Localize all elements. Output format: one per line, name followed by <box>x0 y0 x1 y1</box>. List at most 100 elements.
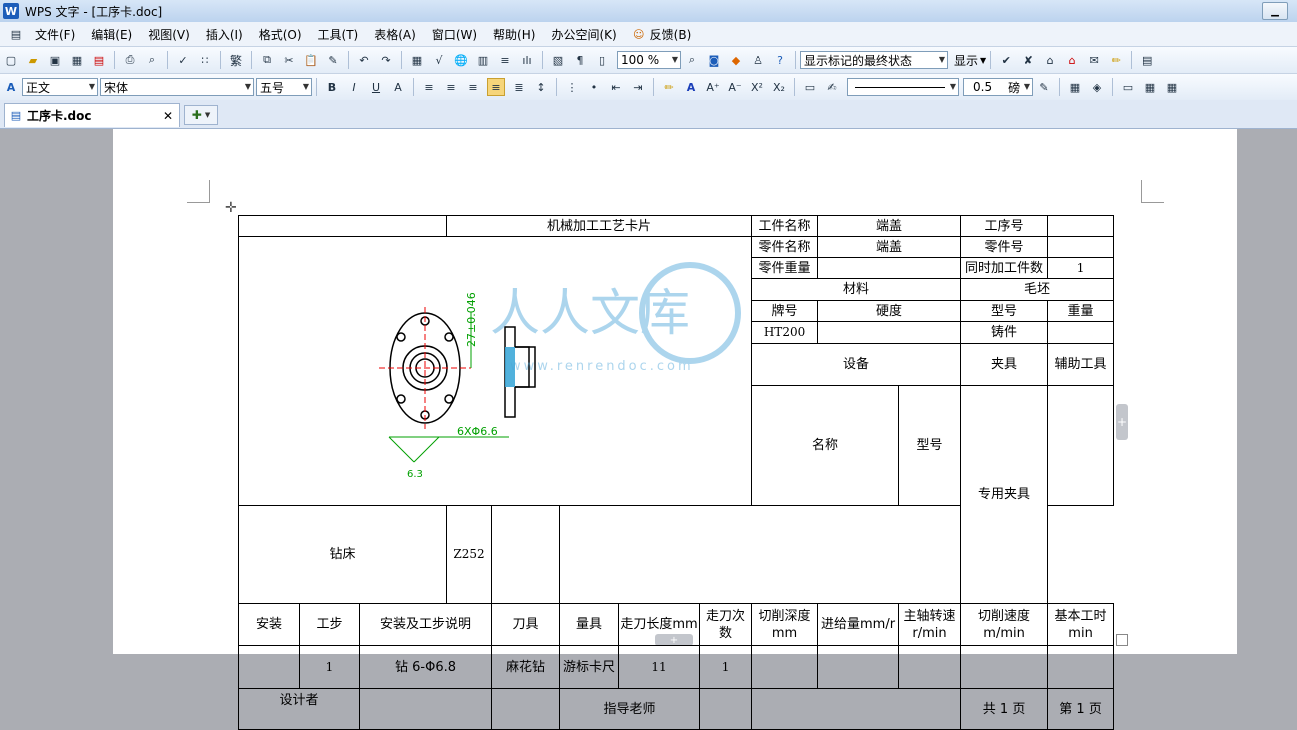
doc-menu-icon[interactable]: ▤ <box>8 26 24 42</box>
underline-icon[interactable]: U <box>368 79 384 95</box>
chevron-down-icon[interactable]: ▼ <box>980 56 986 65</box>
insert-table-icon[interactable]: ▦ <box>409 52 425 68</box>
superscript-icon[interactable]: X² <box>749 79 765 95</box>
new-tab-button[interactable]: ✚ ▼ <box>184 105 218 125</box>
equip-model-value[interactable]: Z252 <box>446 505 493 604</box>
step-tool[interactable]: 麻花钻 <box>491 645 561 689</box>
columns-icon[interactable]: ≡ <box>497 52 513 68</box>
help-book-icon[interactable]: ◙ <box>706 52 722 68</box>
draw-table-icon[interactable]: ✍ <box>824 79 840 95</box>
shrink-font-icon[interactable]: A⁻ <box>727 79 743 95</box>
empty-cell[interactable] <box>491 688 561 730</box>
markup-state-select[interactable]: 显示标记的最终状态 ▼ <box>800 51 948 69</box>
line-style-select[interactable]: ▼ <box>847 78 959 96</box>
styles-icon[interactable]: A <box>3 79 19 95</box>
reject-change-icon[interactable]: ✘ <box>1020 52 1036 68</box>
tab-document[interactable]: ▤ 工序卡.doc ✕ <box>4 103 180 127</box>
step-passes[interactable]: 1 <box>699 645 753 689</box>
menu-feedback[interactable]: 反馈(B) <box>650 23 700 45</box>
redo-icon[interactable]: ↷ <box>378 52 394 68</box>
menu-edit[interactable]: 编辑(E) <box>83 23 140 45</box>
table-icon[interactable]: ▥ <box>475 52 491 68</box>
empty-cell[interactable] <box>751 688 962 730</box>
step-gauge[interactable]: 游标卡尺 <box>559 645 620 689</box>
numbering-icon[interactable]: ⋮ <box>564 79 580 95</box>
show-markup-menu[interactable]: 显示 <box>954 52 978 69</box>
step-base-time[interactable] <box>1047 645 1115 689</box>
accept-change-icon[interactable]: ✔ <box>998 52 1014 68</box>
undo-icon[interactable]: ↶ <box>356 52 372 68</box>
highlight-color-icon[interactable]: ✏ <box>661 79 677 95</box>
font-effects-icon[interactable]: A <box>390 79 406 95</box>
table-resize-handle[interactable] <box>1116 634 1128 646</box>
grow-font-icon[interactable]: A⁺ <box>705 79 721 95</box>
menu-tools[interactable]: 工具(T) <box>310 23 367 45</box>
cut-icon[interactable]: ✂ <box>281 52 297 68</box>
print-icon[interactable]: ⎙ <box>122 52 138 68</box>
menu-office-space[interactable]: 办公空间(K) <box>543 23 624 45</box>
word-count-icon[interactable]: ∷ <box>197 52 213 68</box>
copy-icon[interactable]: ⧉ <box>259 52 275 68</box>
line-spacing-icon[interactable]: ↕ <box>533 79 549 95</box>
spell-check-icon[interactable]: ✓ <box>175 52 191 68</box>
merge-cells-icon[interactable]: ▭ <box>1120 79 1136 95</box>
part-name[interactable]: 端盖 <box>817 236 962 258</box>
menu-window[interactable]: 窗口(W) <box>424 23 485 45</box>
advisor-value[interactable] <box>699 688 753 730</box>
format-painter-icon[interactable]: ✎ <box>325 52 341 68</box>
line-width-select[interactable]: 0.5 磅 ▼ <box>963 78 1033 96</box>
align-left-icon[interactable]: ≡ <box>421 79 437 95</box>
decrease-indent-icon[interactable]: ⇤ <box>608 79 624 95</box>
bullets-icon[interactable]: • <box>586 79 602 95</box>
help-icon[interactable]: ? <box>772 52 788 68</box>
menu-help[interactable]: 帮助(H) <box>485 23 543 45</box>
step-spindle-speed[interactable] <box>898 645 962 689</box>
step-number[interactable]: 1 <box>299 645 360 689</box>
distributed-icon[interactable]: ≣ <box>511 79 527 95</box>
border-color-icon[interactable]: ✎ <box>1036 79 1052 95</box>
menu-file[interactable]: 文件(F) <box>27 23 83 45</box>
part-weight[interactable] <box>817 257 962 279</box>
subscript-icon[interactable]: X₂ <box>771 79 787 95</box>
next-change-icon[interactable]: ⌂ <box>1064 52 1080 68</box>
simul-count[interactable]: 1 <box>1047 257 1115 279</box>
insert-formula-icon[interactable]: √ <box>431 52 447 68</box>
style-select[interactable]: 正文 ▼ <box>22 78 98 96</box>
close-tab-icon[interactable]: ✕ <box>163 109 173 123</box>
wps-app-icon[interactable]: W <box>3 3 19 19</box>
font-select[interactable]: 宋体 ▼ <box>100 78 254 96</box>
designer-value[interactable] <box>358 688 493 730</box>
expand-right-icon[interactable]: + <box>1116 404 1128 440</box>
justify-icon[interactable]: ≡ <box>487 78 505 96</box>
review-pane-icon[interactable]: ▤ <box>1139 52 1155 68</box>
table-grid-icon[interactable]: ▦ <box>1164 79 1180 95</box>
page-icon[interactable]: ▯ <box>594 52 610 68</box>
template-icon[interactable]: ◆ <box>728 52 744 68</box>
insert-hyperlink-icon[interactable]: 🌐 <box>453 52 469 68</box>
minimize-button[interactable]: ▁ <box>1262 2 1288 20</box>
chart-icon[interactable]: ılı <box>519 52 535 68</box>
op-no[interactable] <box>1047 215 1115 237</box>
font-color-icon[interactable]: A <box>683 79 699 95</box>
grade-value[interactable]: HT200 <box>751 321 819 344</box>
step-cut-depth[interactable] <box>751 645 819 689</box>
highlight-icon[interactable]: ✏ <box>1108 52 1124 68</box>
menu-table[interactable]: 表格(A) <box>366 23 424 45</box>
text-box-icon[interactable]: ▭ <box>802 79 818 95</box>
save-icon[interactable]: ▣ <box>47 52 63 68</box>
increase-indent-icon[interactable]: ⇥ <box>630 79 646 95</box>
export-pdf-icon[interactable]: ▤ <box>91 52 107 68</box>
part-no[interactable] <box>1047 236 1115 258</box>
bold-icon[interactable]: B <box>324 79 340 95</box>
fixture-value[interactable]: 专用夹具 <box>960 385 1049 604</box>
hardness-value[interactable] <box>817 321 962 344</box>
table-move-handle-icon[interactable]: ✛ <box>225 200 237 216</box>
traditional-chinese-icon[interactable]: 繁 <box>228 52 244 68</box>
step-description[interactable]: 钻 6-Φ6.8 <box>358 645 493 689</box>
zoom-select[interactable]: 100 % ▼ <box>617 51 681 69</box>
new-document-icon[interactable]: ▢ <box>3 52 19 68</box>
previous-change-icon[interactable]: ⌂ <box>1042 52 1058 68</box>
blank-type-value[interactable]: 铸件 <box>960 321 1049 344</box>
blank-weight-value[interactable] <box>1047 321 1115 344</box>
shading-icon[interactable]: ◈ <box>1089 79 1105 95</box>
